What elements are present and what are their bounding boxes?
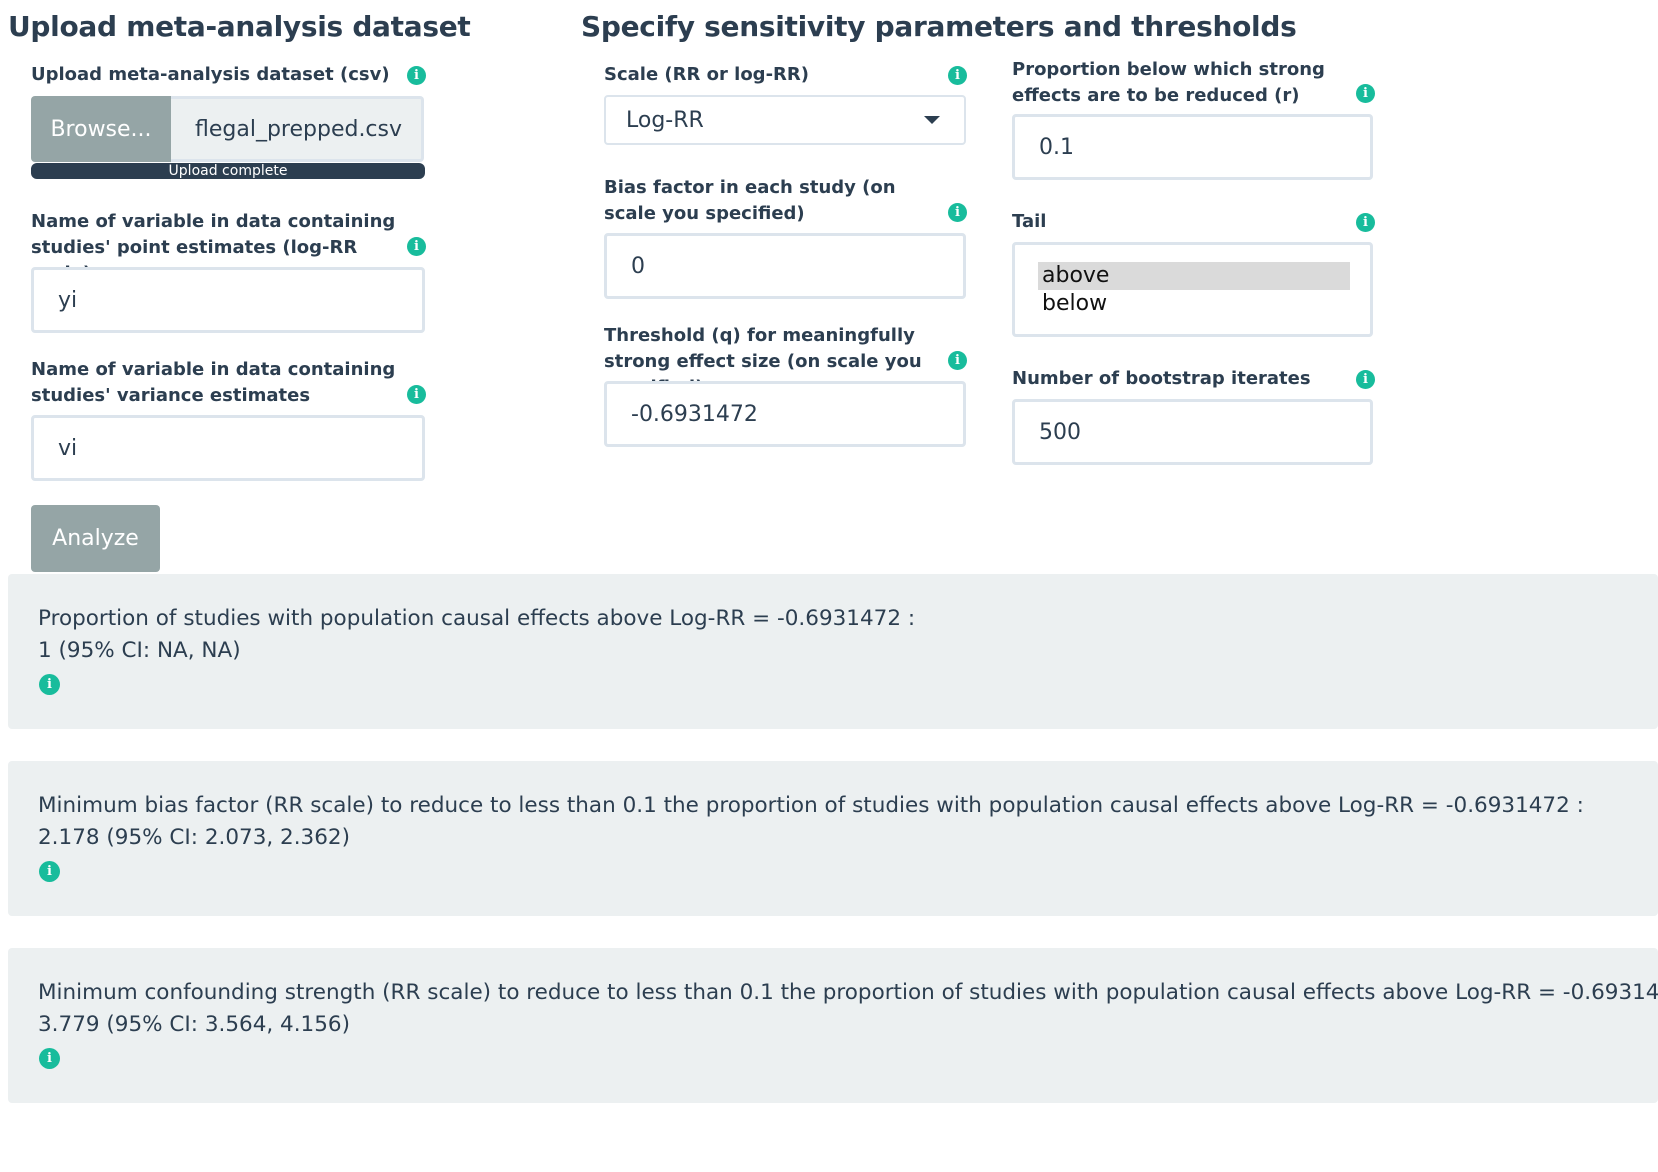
upload-progress-bar: Upload complete: [31, 163, 425, 179]
tail-listbox[interactable]: above below: [1012, 242, 1373, 337]
bootstrap-input[interactable]: 500: [1012, 399, 1373, 465]
info-icon[interactable]: i: [1356, 370, 1375, 389]
result-panel-confounding: Minimum confounding strength (RR scale) …: [8, 948, 1658, 1103]
scale-label: Scale (RR or log-RR): [604, 64, 809, 85]
scale-select-value: Log-RR: [626, 107, 704, 133]
chevron-down-icon: [924, 116, 940, 124]
browse-button[interactable]: Browse...: [31, 96, 171, 162]
bootstrap-label: Number of bootstrap iterates: [1012, 368, 1311, 389]
info-icon[interactable]: i: [407, 237, 426, 256]
file-upload-label: Upload meta-analysis dataset (csv): [31, 64, 390, 85]
point-estimates-input[interactable]: yi: [31, 267, 425, 333]
info-icon[interactable]: i: [407, 66, 426, 85]
info-icon[interactable]: i: [39, 861, 60, 882]
info-icon[interactable]: i: [948, 351, 967, 370]
result-text: Proportion of studies with population ca…: [38, 606, 916, 631]
info-icon[interactable]: i: [948, 203, 967, 222]
result-panel-proportion: Proportion of studies with population ca…: [8, 574, 1658, 729]
tail-option-above[interactable]: above: [1038, 262, 1350, 290]
tail-option-below[interactable]: below: [1038, 290, 1350, 318]
info-icon[interactable]: i: [407, 385, 426, 404]
result-text: Minimum confounding strength (RR scale) …: [38, 980, 1658, 1005]
analyze-button[interactable]: Analyze: [31, 505, 160, 572]
variance-label: Name of variable in data containing stud…: [31, 359, 396, 406]
result-value: 2.178 (95% CI: 2.073, 2.362): [38, 825, 350, 850]
params-section-title: Specify sensitivity parameters and thres…: [581, 10, 1297, 43]
info-icon[interactable]: i: [39, 674, 60, 695]
result-panel-bias-factor: Minimum bias factor (RR scale) to reduce…: [8, 761, 1658, 916]
info-icon[interactable]: i: [1356, 84, 1375, 103]
upload-section-title: Upload meta-analysis dataset: [8, 10, 471, 43]
result-value: 1 (95% CI: NA, NA): [38, 638, 241, 663]
info-icon[interactable]: i: [39, 1048, 60, 1069]
info-icon[interactable]: i: [948, 66, 967, 85]
variance-input[interactable]: vi: [31, 415, 425, 481]
result-text: Minimum bias factor (RR scale) to reduce…: [38, 793, 1584, 818]
proportion-input[interactable]: 0.1: [1012, 114, 1373, 180]
proportion-label: Proportion below which strong effects ar…: [1012, 59, 1325, 106]
filename-field: flegal_prepped.csv: [171, 96, 424, 162]
bias-factor-input[interactable]: 0: [604, 233, 966, 299]
info-icon[interactable]: i: [1356, 213, 1375, 232]
tail-label: Tail: [1012, 211, 1047, 232]
result-value: 3.779 (95% CI: 3.564, 4.156): [38, 1012, 350, 1037]
bias-factor-label: Bias factor in each study (on scale you …: [604, 177, 896, 224]
scale-select[interactable]: Log-RR: [604, 95, 966, 145]
threshold-input[interactable]: -0.6931472: [604, 381, 966, 447]
